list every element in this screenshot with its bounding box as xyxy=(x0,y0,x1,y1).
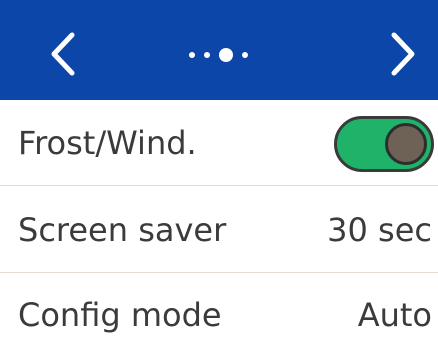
page-dot-active xyxy=(219,48,233,62)
page-dot xyxy=(242,52,248,58)
settings-screen: Frost/Wind. Screen saver 30 sec Config m… xyxy=(0,0,438,356)
page-dot xyxy=(189,52,195,58)
config-mode-label: Config mode xyxy=(18,296,222,334)
toggle-knob xyxy=(385,123,427,165)
chevron-left-icon xyxy=(51,32,75,76)
frost-wind-label: Frost/Wind. xyxy=(18,123,197,162)
config-mode-value: Auto xyxy=(357,296,432,334)
header-bar xyxy=(0,0,438,100)
chevron-right-icon xyxy=(391,32,415,76)
page-dot xyxy=(204,52,210,58)
screen-saver-label: Screen saver xyxy=(18,210,227,249)
frost-wind-toggle[interactable] xyxy=(334,116,434,172)
next-page-button[interactable] xyxy=(370,0,438,100)
screen-saver-value: 30 sec xyxy=(327,210,432,249)
setting-row-config-mode[interactable]: Config mode Auto xyxy=(0,274,438,356)
prev-page-button[interactable] xyxy=(36,0,116,100)
setting-row-screen-saver[interactable]: Screen saver 30 sec xyxy=(0,187,438,273)
